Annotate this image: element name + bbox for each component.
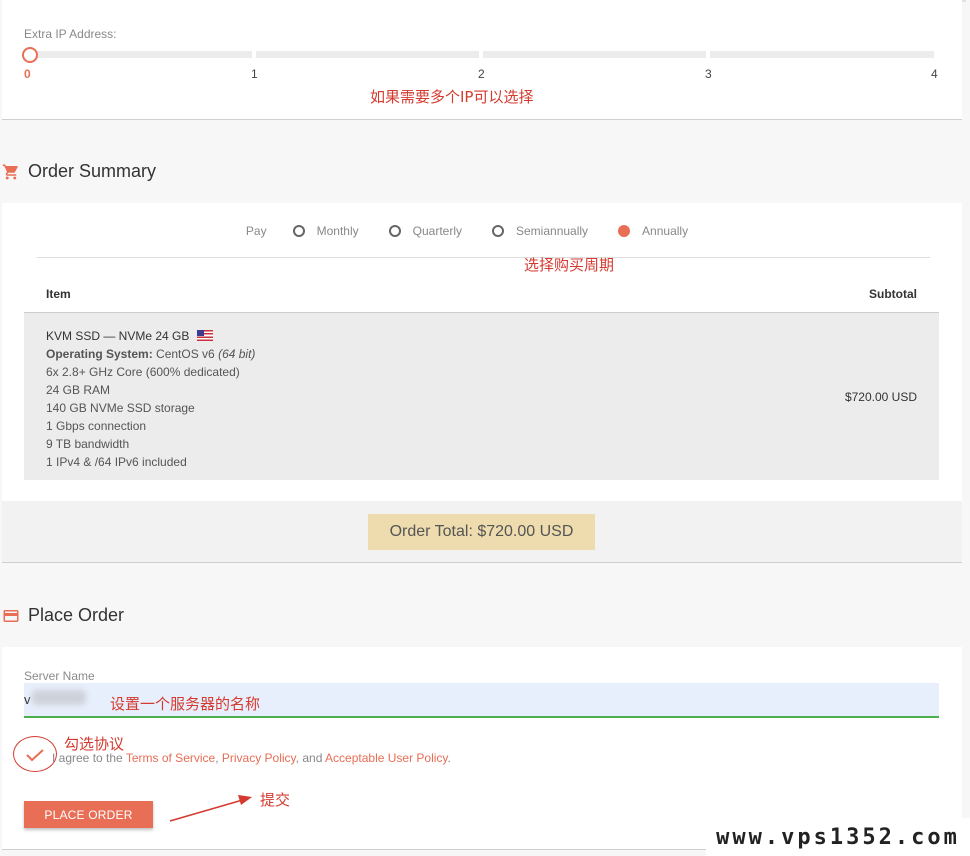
annotation-submit: 提交 (260, 791, 291, 809)
redacted-text (32, 690, 86, 705)
item-spec: 140 GB NVMe SSD storage (46, 401, 195, 415)
item-spec: 9 TB bandwidth (46, 437, 130, 451)
slider-tick-3: 3 (705, 67, 712, 81)
watermark: www.vps1352.com (706, 818, 970, 856)
slider-track-segment[interactable] (483, 51, 706, 58)
radio-annually[interactable]: Annually (618, 224, 688, 238)
radio-label: Semiannually (516, 224, 589, 238)
slider-tick-4: 4 (931, 67, 938, 81)
arrow-icon (169, 795, 252, 822)
slider-track-segment[interactable] (256, 51, 479, 58)
cart-icon (2, 164, 18, 179)
radio-circle[interactable] (388, 225, 401, 237)
acceptable-use-policy-link[interactable]: Acceptable User Policy (325, 751, 448, 765)
extra-ip-label: Extra IP Address: (24, 27, 117, 41)
annotation-multi-ip: 如果需要多个IP可以选择 (370, 88, 534, 106)
agreement-text: I agree to the Terms of Service, Privacy… (52, 751, 451, 765)
slider-tick-1: 1 (251, 67, 258, 81)
table-row: KVM SSD — NVMe 24 GB Operating System: C… (24, 313, 939, 480)
radio-quarterly[interactable]: Quarterly (388, 224, 462, 238)
slider-track-segment[interactable] (26, 51, 252, 58)
slider-tick-0: 0 (24, 67, 31, 81)
radio-monthly[interactable]: Monthly (292, 224, 359, 238)
order-total: Order Total: $720.00 USD (368, 514, 595, 550)
annotation-server-name: 设置一个服务器的名称 (110, 695, 261, 713)
privacy-policy-link[interactable]: Privacy Policy (222, 751, 296, 765)
radio-label: Quarterly (412, 224, 462, 238)
server-name-label: Server Name (24, 669, 95, 683)
place-order-heading: Place Order (2, 605, 124, 626)
extra-ip-card: Extra IP Address: 0 1 2 3 4 如果需要多个IP可以选择 (2, 0, 962, 120)
item-subtotal: $720.00 USD (844, 390, 917, 404)
server-name-value: v (24, 692, 31, 707)
item-name: KVM SSD — NVMe 24 GB (46, 327, 255, 345)
column-header-item: Item (46, 287, 71, 301)
radio-circle[interactable] (292, 225, 305, 237)
divider (37, 257, 930, 258)
extra-ip-slider-handle[interactable] (22, 47, 38, 63)
annotation-billing-cycle: 选择购买周期 (524, 256, 615, 274)
slider-tick-2: 2 (478, 67, 485, 81)
slider-track-segment[interactable] (710, 51, 934, 58)
item-os: Operating System: CentOS v6 (64 bit) (46, 347, 256, 361)
place-order-title: Place Order (28, 605, 125, 625)
checkmark-icon[interactable] (25, 748, 45, 762)
radio-label: Annually (642, 224, 689, 238)
item-spec: 1 IPv4 & /64 IPv6 included (46, 455, 187, 469)
us-flag-icon (197, 330, 214, 341)
order-summary-title: Order Summary (28, 161, 157, 181)
order-summary-heading: Order Summary (2, 161, 156, 182)
radio-circle[interactable] (618, 225, 631, 237)
item-spec: 24 GB RAM (46, 383, 111, 397)
item-spec: 1 Gbps connection (46, 419, 147, 433)
terms-of-service-link[interactable]: Terms of Service (126, 751, 215, 765)
item-spec: 6x 2.8+ GHz Core (600% dedicated) (46, 365, 240, 379)
column-header-subtotal: Subtotal (869, 287, 917, 301)
order-total-band: Order Total: $720.00 USD (2, 501, 962, 563)
pay-label: Pay (245, 224, 267, 238)
order-summary-card: Pay Monthly Quarterly Semiannually Annua… (2, 203, 962, 501)
credit-card-icon (3, 609, 19, 622)
place-order-button[interactable]: PLACE ORDER (24, 801, 153, 828)
item-details: KVM SSD — NVMe 24 GB Operating System: C… (46, 327, 255, 471)
radio-semiannually[interactable]: Semiannually (492, 224, 588, 238)
billing-cycle-selector: Pay Monthly Quarterly Semiannually Annua… (2, 224, 962, 238)
radio-circle[interactable] (492, 225, 504, 237)
radio-label: Monthly (316, 224, 359, 238)
